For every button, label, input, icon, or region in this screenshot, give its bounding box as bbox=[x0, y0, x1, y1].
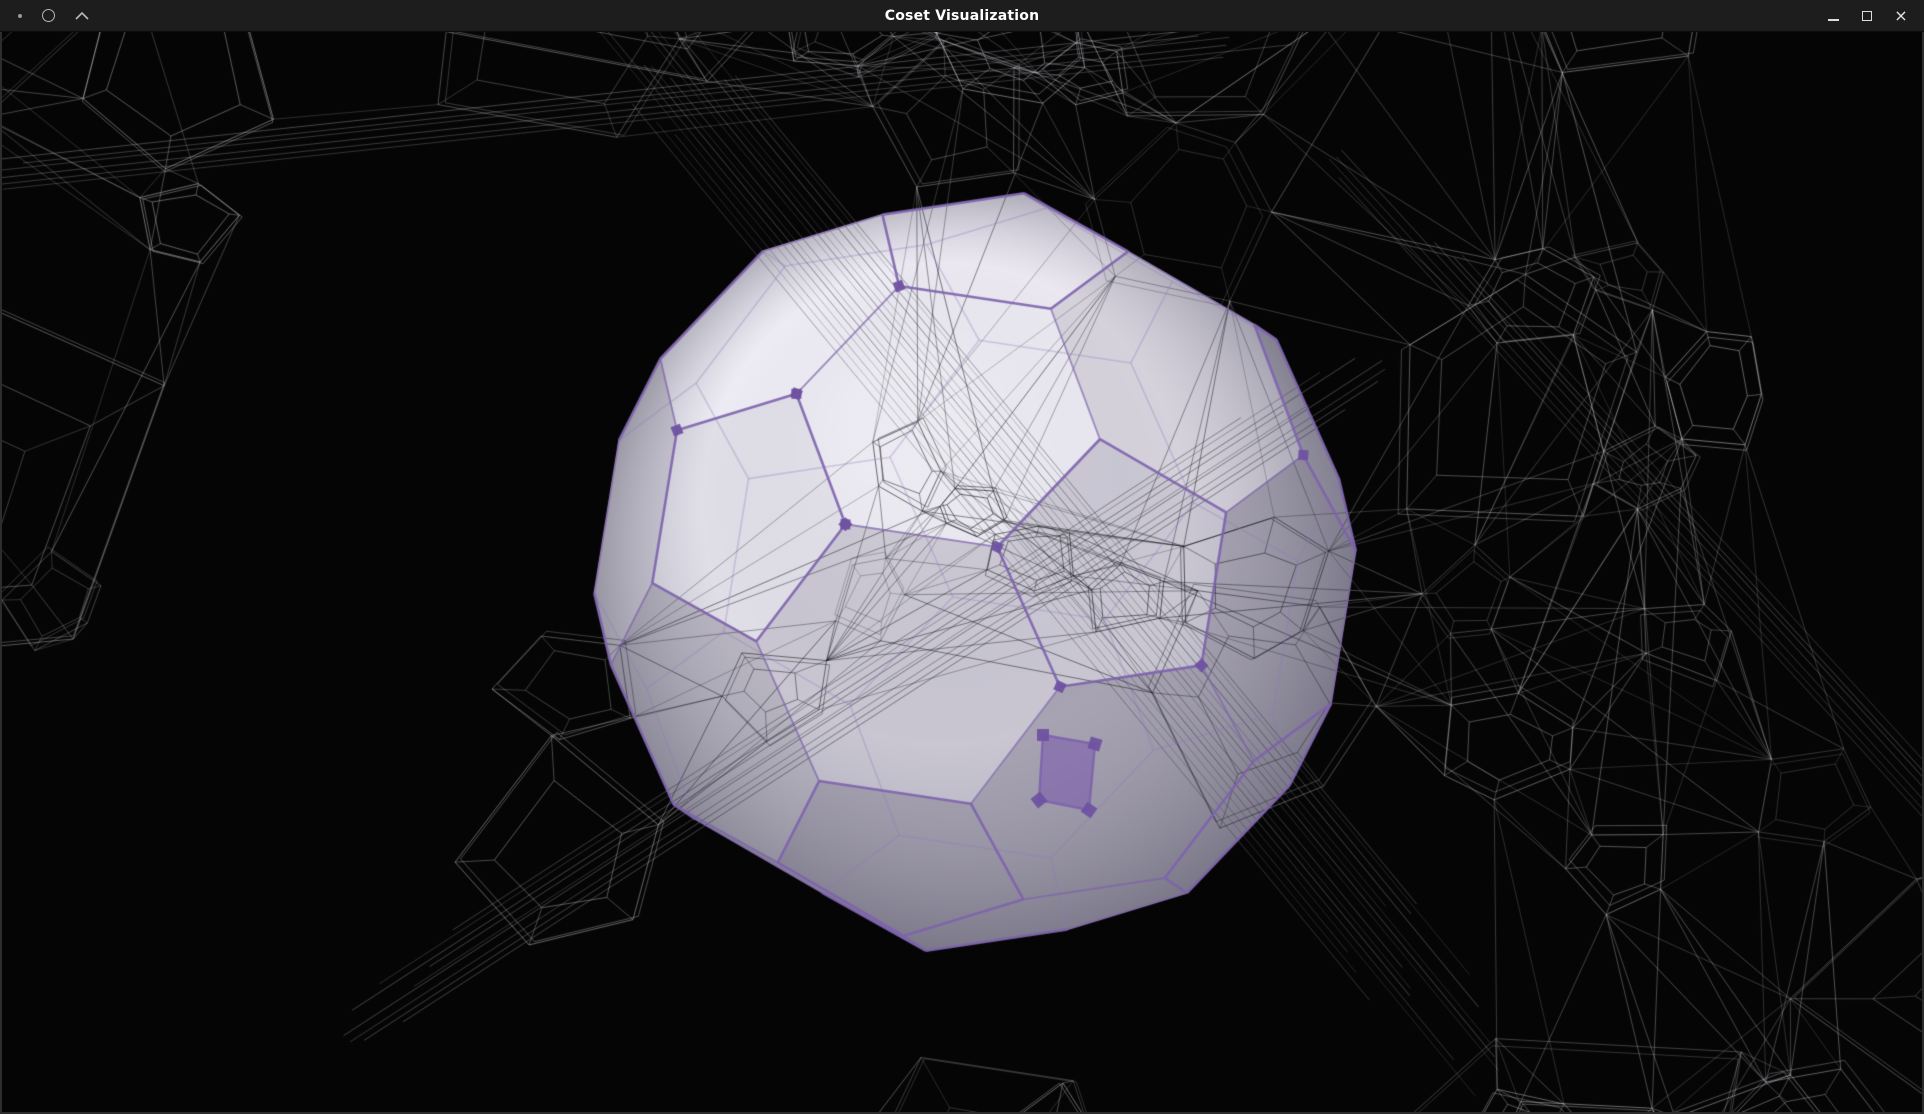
record-circle-icon[interactable] bbox=[42, 9, 55, 22]
maximize-icon bbox=[1862, 11, 1872, 21]
app-menu-dot-icon[interactable] bbox=[18, 14, 22, 18]
caret-up-icon[interactable] bbox=[75, 12, 89, 20]
window-controls: × bbox=[1820, 3, 1914, 29]
minimize-icon bbox=[1828, 19, 1839, 21]
coset-visualization-canvas[interactable] bbox=[2, 32, 1922, 1112]
app-window: Coset Visualization × bbox=[0, 0, 1924, 1114]
titlebar[interactable]: Coset Visualization × bbox=[0, 0, 1924, 32]
viewport bbox=[0, 32, 1924, 1114]
window-title: Coset Visualization bbox=[0, 8, 1924, 24]
close-button[interactable]: × bbox=[1888, 3, 1914, 29]
titlebar-left-icons bbox=[10, 9, 89, 22]
maximize-button[interactable] bbox=[1854, 3, 1880, 29]
minimize-button[interactable] bbox=[1820, 3, 1846, 29]
